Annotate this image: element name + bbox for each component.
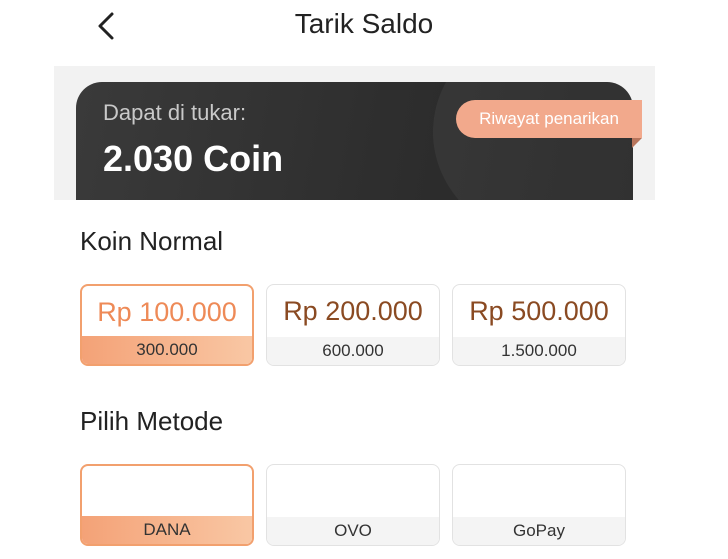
method-option-name: GoPay (453, 517, 625, 545)
ribbon-fold (632, 138, 642, 148)
method-option-name: OVO (267, 517, 439, 545)
amount-option-coins: 1.500.000 (453, 337, 625, 365)
method-option-gopay[interactable]: GoPay (452, 464, 626, 546)
method-option-ovo[interactable]: OVO (266, 464, 440, 546)
amount-option-price: Rp 200.000 (283, 295, 423, 326)
amount-option-price: Rp 100.000 (97, 296, 237, 327)
amount-option-price: Rp 500.000 (469, 295, 609, 326)
amount-option-200000[interactable]: Rp 200.000 600.000 (266, 284, 440, 366)
method-logo-area (82, 466, 252, 518)
method-option-dana[interactable]: DANA (80, 464, 254, 546)
method-logo-area (453, 465, 625, 517)
method-option-name: DANA (82, 516, 252, 544)
amount-option-100000[interactable]: Rp 100.000 300.000 (80, 284, 254, 366)
normal-coin-title: Koin Normal (80, 226, 224, 256)
balance-amount: 2.030 Coin (103, 138, 284, 179)
withdrawal-history-button[interactable]: Riwayat penarikan (456, 100, 642, 138)
amount-option-500000[interactable]: Rp 500.000 1.500.000 (452, 284, 626, 366)
header: Tarik Saldo (0, 0, 728, 56)
payment-method-title: Pilih Metode (80, 406, 224, 436)
page-title: Tarik Saldo (294, 8, 434, 39)
amount-option-coins: 600.000 (267, 337, 439, 365)
amount-option-coins: 300.000 (82, 336, 252, 364)
method-logo-area (267, 465, 439, 517)
balance-label: Dapat di tukar: (103, 100, 247, 125)
